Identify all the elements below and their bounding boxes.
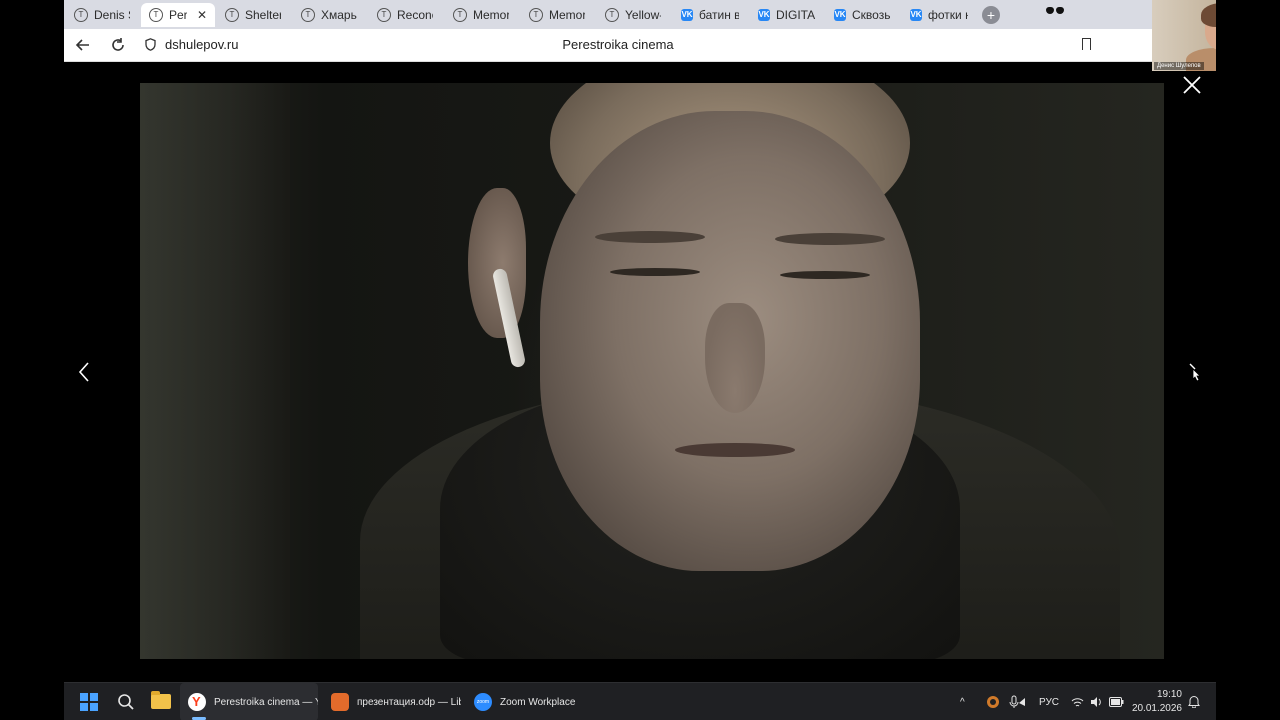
tab-label: Shelter bbox=[245, 8, 281, 22]
webcam-participant-name: Денис Шулепов bbox=[1154, 62, 1204, 70]
close-icon[interactable] bbox=[1182, 75, 1202, 95]
tab-label: Yellow-c bbox=[625, 8, 661, 22]
taskbar-app-browser-content[interactable]: Perestroika cinema — Ya bbox=[188, 683, 318, 720]
tab-label: батин в bbox=[699, 8, 739, 22]
libreoffice-impress-icon bbox=[331, 693, 349, 711]
tab-memora-2[interactable]: T Memora bbox=[521, 3, 593, 27]
taskbar-app-label: презентация.odp — Lib bbox=[357, 696, 461, 708]
yandex-browser-icon bbox=[188, 693, 206, 711]
page-title: Perestroika cinema bbox=[562, 37, 674, 52]
tilda-icon: T bbox=[605, 8, 619, 22]
windows-start-icon[interactable] bbox=[80, 693, 98, 711]
microphone-icon[interactable] bbox=[1008, 683, 1026, 720]
tray-app-icon[interactable] bbox=[986, 683, 1000, 720]
vk-icon: VK bbox=[910, 9, 922, 21]
file-explorer-icon[interactable] bbox=[151, 691, 171, 709]
tab-perestroika[interactable]: T Peres ✕ bbox=[141, 3, 215, 27]
tab-label: Сквозь bbox=[852, 8, 891, 22]
tab-strip: T Denis Sh T Peres ✕ T Shelter T Хмарь- … bbox=[64, 0, 1216, 29]
vk-icon: VK bbox=[834, 9, 846, 21]
webcam-video-overlay: Денис Шулепов bbox=[1152, 0, 1216, 71]
taskbar-app-impress[interactable]: презентация.odp — Lib bbox=[331, 683, 461, 720]
tilda-icon: T bbox=[301, 8, 315, 22]
tab-label: Memora bbox=[473, 8, 509, 22]
tab-label: Denis Sh bbox=[94, 8, 130, 22]
search-icon[interactable] bbox=[117, 693, 135, 711]
system-clock[interactable]: 19:10 20.01.2026 bbox=[1130, 688, 1182, 716]
tilda-icon: T bbox=[377, 8, 391, 22]
tab-digital[interactable]: VK DIGITAL bbox=[750, 3, 824, 27]
tab-hmar[interactable]: T Хмарь- bbox=[293, 3, 365, 27]
taskbar-app-zoom[interactable]: zoom Zoom Workplace bbox=[474, 683, 575, 720]
vk-icon: VK bbox=[758, 9, 770, 21]
taskbar: Perestroika cinema — Ya презентация.odp … bbox=[64, 682, 1216, 720]
wifi-icon[interactable] bbox=[1071, 683, 1084, 720]
tilda-icon: T bbox=[529, 8, 543, 22]
tab-fotki[interactable]: VK фотки н bbox=[902, 3, 976, 27]
tilda-icon: T bbox=[453, 8, 467, 22]
tab-batin[interactable]: VK батин в bbox=[673, 3, 747, 27]
tab-label: Peres bbox=[169, 8, 187, 22]
tab-reconci[interactable]: T Reconci bbox=[369, 3, 441, 27]
bookmark-icon[interactable] bbox=[1082, 38, 1091, 50]
tab-skvoz[interactable]: VK Сквозь bbox=[826, 3, 900, 27]
tray-overflow-icon[interactable]: ^ bbox=[960, 683, 965, 720]
tab-memora-1[interactable]: T Memora bbox=[445, 3, 517, 27]
tab-label: DIGITAL bbox=[776, 8, 816, 22]
tilda-icon: T bbox=[149, 8, 163, 22]
notification-bell-icon[interactable] bbox=[1188, 695, 1200, 708]
tab-label: Хмарь- bbox=[321, 8, 357, 22]
address-bar: dshulepov.ru Perestroika cinema bbox=[64, 29, 1216, 62]
new-tab-button[interactable]: + bbox=[982, 6, 1000, 24]
screen: T Denis Sh T Peres ✕ T Shelter T Хмарь- … bbox=[64, 0, 1216, 720]
tab-label: фотки н bbox=[928, 8, 968, 22]
tab-denis[interactable]: T Denis Sh bbox=[66, 3, 138, 27]
tab-label: Memora bbox=[549, 8, 585, 22]
next-arrow-icon[interactable] bbox=[1186, 360, 1206, 390]
tilda-icon: T bbox=[74, 8, 88, 22]
battery-icon[interactable] bbox=[1109, 683, 1124, 720]
gallery-photo bbox=[140, 83, 1164, 659]
taskbar-app-label: Perestroika cinema — Ya bbox=[214, 696, 318, 708]
vk-icon: VK bbox=[681, 9, 693, 21]
previous-arrow-icon[interactable] bbox=[74, 357, 94, 387]
zoom-icon: zoom bbox=[474, 693, 492, 711]
tilda-icon: T bbox=[225, 8, 239, 22]
volume-icon[interactable] bbox=[1090, 683, 1103, 720]
tab-yellow[interactable]: T Yellow-c bbox=[597, 3, 669, 27]
language-indicator[interactable]: РУС bbox=[1039, 683, 1059, 720]
clock-date: 20.01.2026 bbox=[1131, 703, 1182, 714]
clock-time: 19:10 bbox=[1156, 689, 1182, 700]
incognito-glasses-icon[interactable] bbox=[1046, 7, 1066, 19]
tab-shelter[interactable]: T Shelter bbox=[217, 3, 289, 27]
tab-close-icon[interactable]: ✕ bbox=[197, 8, 207, 22]
tab-label: Reconci bbox=[397, 8, 433, 22]
taskbar-app-label: Zoom Workplace bbox=[500, 696, 576, 708]
